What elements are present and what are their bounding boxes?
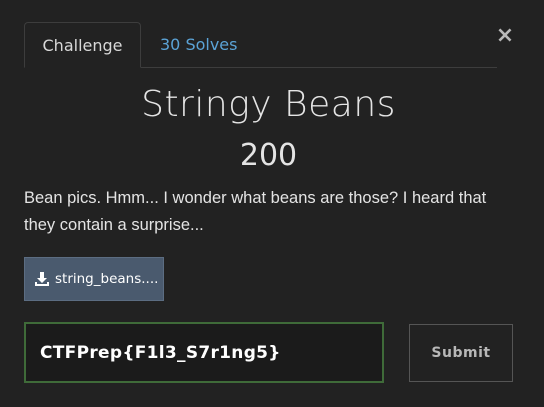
flag-input-wrapper: [24, 322, 384, 383]
download-file-label: string_beans....: [55, 271, 159, 287]
flag-input[interactable]: [24, 322, 384, 383]
tab-solves[interactable]: 30 Solves: [160, 22, 237, 67]
download-icon: [35, 272, 49, 286]
download-file-button[interactable]: string_beans....: [24, 257, 164, 301]
challenge-points: 200: [239, 138, 298, 173]
submit-button[interactable]: Submit: [409, 324, 513, 382]
challenge-tabs: Challenge 30 Solves: [24, 22, 497, 68]
challenge-modal: Challenge 30 Solves × Stringy Beans 200 …: [0, 0, 544, 407]
challenge-name: Stringy Beans: [141, 84, 396, 125]
close-icon[interactable]: ×: [495, 24, 515, 48]
challenge-description: Bean pics. Hmm... I wonder what beans ar…: [24, 189, 487, 234]
tab-challenge[interactable]: Challenge: [24, 22, 141, 68]
